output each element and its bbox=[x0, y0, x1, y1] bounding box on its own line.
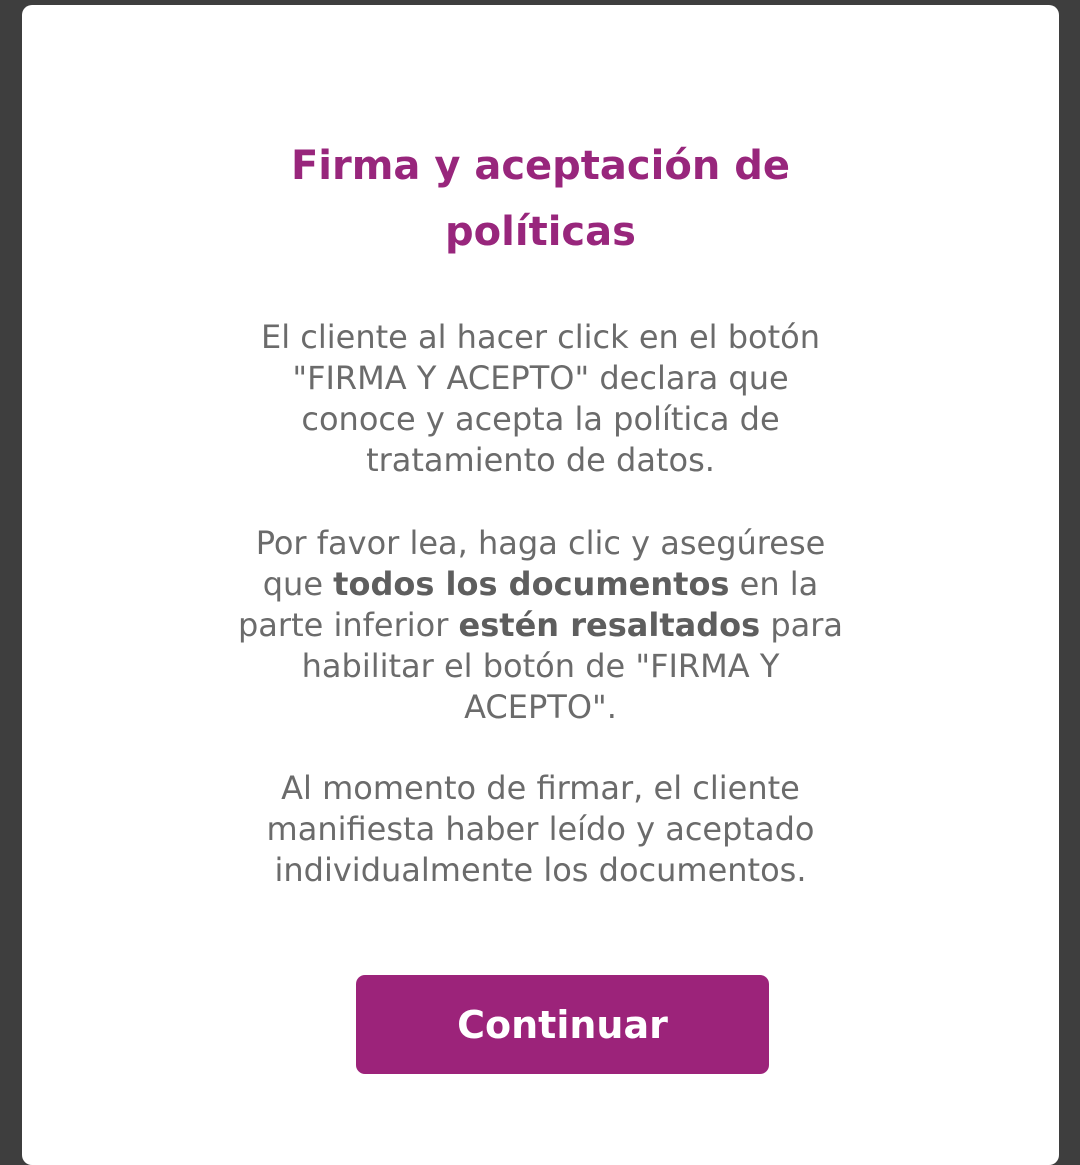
paragraph-line: conoce y acepta la política de bbox=[301, 400, 780, 438]
signing-paragraph: Al momento de firmar, el cliente manifie… bbox=[22, 768, 1059, 891]
paragraph-line: parte inferior estén resaltados para bbox=[22, 605, 1059, 646]
dialog-title-line: Firma y aceptación de bbox=[290, 143, 790, 189]
instructions-paragraph: Por favor lea, haga clic y asegúrese que… bbox=[22, 523, 1059, 728]
paragraph-line: ACEPTO". bbox=[464, 688, 617, 726]
paragraph-line: "FIRMA Y ACEPTO" declara que bbox=[292, 359, 789, 397]
policy-dialog: Firma y aceptación de políticas El clien… bbox=[22, 5, 1059, 1165]
emphasis-all-documents: todos los documentos bbox=[333, 565, 730, 603]
continue-button[interactable]: Continuar bbox=[356, 975, 769, 1074]
text-segment: parte inferior bbox=[237, 606, 459, 644]
text-segment: en la bbox=[729, 565, 819, 603]
emphasis-highlighted: estén resaltados bbox=[458, 606, 761, 644]
paragraph-line: habilitar el botón de "FIRMA Y bbox=[301, 647, 780, 685]
declaration-paragraph: El cliente al hacer click en el botón "F… bbox=[22, 317, 1059, 481]
text-segment: para bbox=[760, 606, 843, 644]
dialog-title: Firma y aceptación de políticas bbox=[22, 133, 1059, 265]
paragraph-line: tratamiento de datos. bbox=[366, 441, 715, 479]
paragraph-line: que todos los documentos en la bbox=[22, 564, 1059, 605]
dialog-title-line: políticas bbox=[445, 209, 636, 255]
paragraph-line: individualmente los documentos. bbox=[274, 851, 807, 889]
paragraph-line: Al momento de firmar, el cliente bbox=[281, 769, 800, 807]
text-segment: que bbox=[262, 565, 334, 603]
paragraph-line: Por favor lea, haga clic y asegúrese bbox=[255, 524, 826, 562]
paragraph-line: manifiesta haber leído y aceptado bbox=[266, 810, 815, 848]
paragraph-line: El cliente al hacer click en el botón bbox=[260, 318, 821, 356]
